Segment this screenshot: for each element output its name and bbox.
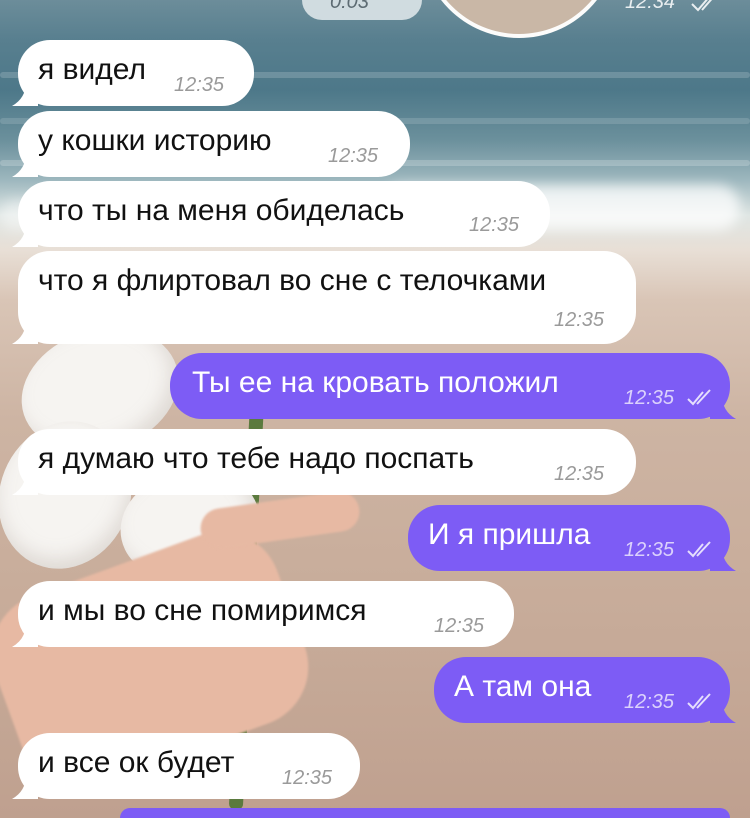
bubble-tail xyxy=(12,623,38,647)
message-time: 12:35 xyxy=(174,74,225,96)
bubble-tail xyxy=(12,153,38,177)
message-time: 12:35 xyxy=(554,309,605,331)
message-time: 12:35 xyxy=(624,691,675,713)
message-time: 12:35 xyxy=(434,615,485,637)
message-text: Ты ее на кровать положил xyxy=(192,366,559,399)
message-text: и мы во сне помиримся xyxy=(38,594,367,627)
message-time: 12:35 xyxy=(282,767,333,789)
message-bubble-incoming[interactable]: и мы во сне помиримся 12:35 xyxy=(12,581,514,647)
message-bubble-incoming[interactable]: я думаю что тебе надо поспать 12:35 xyxy=(12,429,636,495)
message-bubble-incoming[interactable]: что ты на меня обиделась 12:35 xyxy=(12,181,550,247)
bubble-tail xyxy=(12,775,38,799)
message-time: 12:35 xyxy=(469,214,520,236)
message-time: 12:35 xyxy=(624,539,675,561)
message-text: я видел xyxy=(38,53,146,86)
message-text: что я флиртовал во сне с телочками xyxy=(38,264,547,297)
message-bubble-outgoing[interactable]: И я пришла 12:35 xyxy=(408,505,736,571)
message-bubble-incoming[interactable]: я видел 12:35 xyxy=(12,40,254,106)
message-list[interactable]: я видел 12:35 у кошки историю 12:35 что … xyxy=(0,0,750,818)
message-bubble-outgoing[interactable]: Ты ее на кровать положил 12:35 xyxy=(170,353,736,419)
message-text: и все ок будет xyxy=(38,746,235,779)
double-check-icon xyxy=(687,693,711,710)
bubble-tail xyxy=(12,471,38,495)
double-check-icon xyxy=(687,541,711,558)
message-bubble-incoming[interactable]: и все ок будет 12:35 xyxy=(12,733,360,799)
message-time: 12:35 xyxy=(328,145,379,167)
message-text: я думаю что тебе надо поспать xyxy=(38,442,474,475)
message-bubble-incoming[interactable]: у кошки историю 12:35 xyxy=(12,111,410,177)
bubble-tail xyxy=(12,82,38,106)
message-time: 12:35 xyxy=(554,463,605,485)
bubble-tail xyxy=(12,320,38,344)
double-check-icon xyxy=(687,389,711,406)
message-bubble-incoming[interactable]: что я флиртовал во сне с телочками 12:35 xyxy=(12,251,636,344)
message-text: И я пришла xyxy=(428,518,591,551)
message-text: А там она xyxy=(454,670,592,703)
message-bubble-outgoing-partial[interactable] xyxy=(120,808,730,818)
message-time: 12:35 xyxy=(624,387,675,409)
message-text: у кошки историю xyxy=(38,124,272,157)
message-text: что ты на меня обиделась xyxy=(38,194,405,227)
bubble-tail xyxy=(12,223,38,247)
message-bubble-outgoing[interactable]: А там она 12:35 xyxy=(434,657,736,723)
